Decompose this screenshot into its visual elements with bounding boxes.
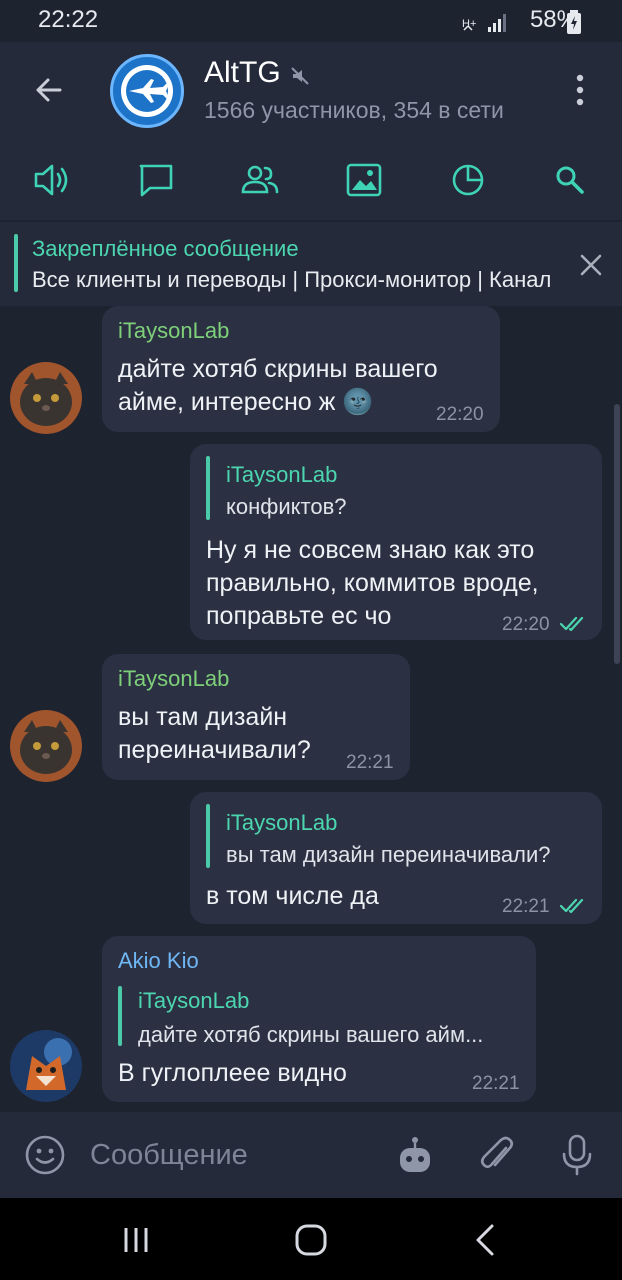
chat-header: AltTG 1566 участников, 354 в сети <box>0 42 622 140</box>
double-check-icon <box>560 616 584 632</box>
message-text-line: айме, интересно ж 🌚 <box>118 388 374 416</box>
fox-avatar-icon <box>10 1030 82 1102</box>
status-time: 22:22 <box>38 6 99 33</box>
reply-accent-bar <box>206 804 210 868</box>
message-text-line: в том числе да <box>206 882 379 910</box>
bot-commands-icon[interactable] <box>394 1132 436 1178</box>
message-text-line: дайте хотяб скрины вашего <box>118 355 438 383</box>
speaker-icon[interactable] <box>30 158 74 202</box>
message-composer <box>0 1112 622 1198</box>
reply-text[interactable]: дайте хотяб скрины вашего айм... <box>138 1022 522 1048</box>
back-arrow-icon[interactable] <box>26 68 70 112</box>
reply-sender[interactable]: iTaysonLab <box>226 462 337 488</box>
pinned-text: Все клиенты и переводы | Прокси-монитор … <box>32 267 550 292</box>
reply-text[interactable]: конфиктов? <box>226 494 586 520</box>
media-icon[interactable] <box>342 158 386 202</box>
double-check-icon <box>560 898 584 914</box>
avatar[interactable] <box>10 362 82 434</box>
recent-apps-icon[interactable] <box>116 1220 156 1260</box>
home-icon[interactable] <box>291 1220 331 1260</box>
message-text-line: вы там дизайн <box>118 703 288 731</box>
profile-tabs <box>0 140 622 220</box>
muted-icon <box>291 67 309 85</box>
scrollbar[interactable] <box>614 404 620 664</box>
cat-avatar-icon <box>10 362 82 434</box>
avatar[interactable] <box>10 1030 82 1102</box>
channel-avatar[interactable] <box>110 54 184 128</box>
chat-title: AltTG <box>204 56 281 89</box>
jet-logo-icon <box>121 65 173 117</box>
system-navigation-bar <box>0 1198 622 1280</box>
battery-icon <box>567 10 581 34</box>
pinned-title: Закреплённое сообщение <box>32 236 299 261</box>
attach-icon[interactable] <box>476 1132 518 1178</box>
microphone-icon[interactable] <box>556 1132 598 1178</box>
members-icon[interactable] <box>238 158 282 202</box>
signal-icon: H+ <box>462 14 506 32</box>
message-input[interactable] <box>90 1132 380 1178</box>
message-time: 22:21 <box>346 752 394 773</box>
chat-subtitle: 1566 участников, 354 в сети <box>204 97 504 123</box>
message-text-line: поправьте ес чо <box>206 602 392 630</box>
emoji-icon[interactable] <box>24 1134 66 1176</box>
reply-accent-bar <box>118 986 122 1046</box>
message-time: 22:21 <box>472 1073 520 1094</box>
close-icon[interactable] <box>574 248 608 282</box>
message-sender[interactable]: Akio Kio <box>118 948 199 974</box>
more-vert-icon[interactable] <box>566 72 594 108</box>
message-list[interactable]: iTaysonLab дайте хотяб скрины вашего айм… <box>0 306 622 1112</box>
message-sender[interactable]: iTaysonLab <box>118 666 229 692</box>
nav-back-icon[interactable] <box>466 1220 506 1260</box>
message-bubble-incoming[interactable]: iTaysonLab вы там дизайн переиначивали? … <box>102 654 410 780</box>
cat-avatar-icon <box>10 710 82 782</box>
chat-bubble-icon[interactable] <box>134 158 178 202</box>
message-time: 22:20 <box>436 404 484 425</box>
reply-sender[interactable]: iTaysonLab <box>226 810 337 836</box>
message-sender[interactable]: iTaysonLab <box>118 318 229 344</box>
pie-chart-icon[interactable] <box>446 158 490 202</box>
message-bubble-incoming[interactable]: Akio Kio iTaysonLab дайте хотяб скрины в… <box>102 936 536 1102</box>
message-text-line: В гуглоплеее видно <box>118 1059 347 1087</box>
pinned-accent-bar <box>14 234 18 292</box>
message-bubble-incoming[interactable]: iTaysonLab дайте хотяб скрины вашего айм… <box>102 306 500 432</box>
status-bar: 22:22 H+ 58% <box>0 0 622 42</box>
reply-text[interactable]: вы там дизайн переиначивали? <box>226 842 590 868</box>
message-bubble-outgoing[interactable]: iTaysonLab конфиктов? Ну я не совсем зна… <box>190 444 602 640</box>
reply-sender[interactable]: iTaysonLab <box>138 988 249 1014</box>
message-text-line: Ну я не совсем знаю как это <box>206 536 535 564</box>
avatar[interactable] <box>10 710 82 782</box>
pinned-message[interactable]: Закреплённое сообщение Все клиенты и пер… <box>0 222 622 306</box>
message-time: 22:20 <box>502 614 550 635</box>
message-time: 22:21 <box>502 896 550 917</box>
search-icon[interactable] <box>548 158 592 202</box>
reply-accent-bar <box>206 456 210 520</box>
message-text-line: переиначивали? <box>118 736 311 764</box>
message-text-line: правильно, коммитов вроде, <box>206 569 539 597</box>
message-bubble-outgoing[interactable]: iTaysonLab вы там дизайн переиначивали? … <box>190 792 602 924</box>
